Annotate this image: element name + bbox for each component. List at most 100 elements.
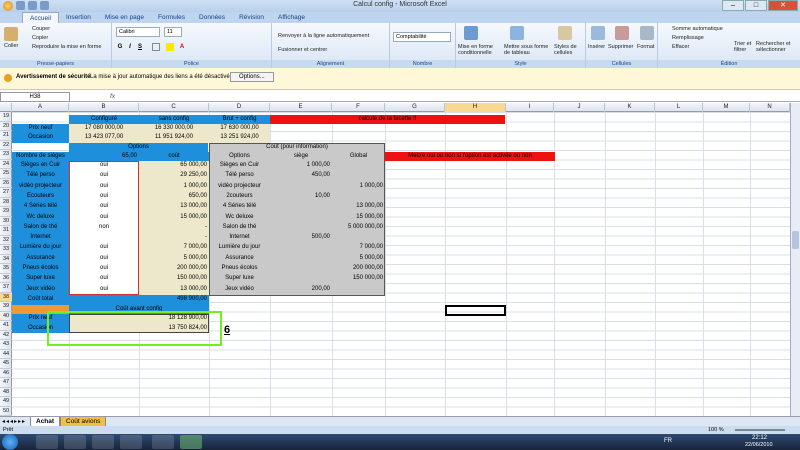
cell-c30[interactable]: - bbox=[139, 223, 209, 233]
cell-a28[interactable]: 4 Séries télé bbox=[12, 202, 69, 212]
cell-styles-button[interactable]: Styles de cellules bbox=[554, 44, 584, 56]
cell-d36[interactable]: Jeux vidéo bbox=[209, 285, 270, 295]
row-header[interactable]: 35 bbox=[0, 264, 12, 274]
tab-revision[interactable]: Révision bbox=[232, 12, 271, 23]
format-painter-button[interactable]: Reproduire la mise en forme bbox=[32, 44, 101, 50]
column-header[interactable]: N bbox=[750, 103, 790, 112]
scroll-thumb[interactable] bbox=[792, 231, 799, 249]
format-as-table-icon[interactable] bbox=[510, 26, 524, 40]
cell-b21[interactable]: 13 423 077,00 bbox=[69, 133, 139, 143]
row-header[interactable]: 29 bbox=[0, 207, 12, 217]
name-box[interactable]: H38 bbox=[0, 92, 70, 102]
cell-a34[interactable]: Pneus écolos bbox=[12, 264, 69, 274]
insert-icon[interactable] bbox=[591, 26, 605, 40]
column-header[interactable]: I bbox=[506, 103, 554, 112]
cell-a29[interactable]: Wc deluxe bbox=[12, 213, 69, 223]
tab-accueil[interactable]: Accueil bbox=[22, 12, 59, 23]
cell-c33[interactable]: 5 000,00 bbox=[139, 254, 209, 264]
sheet-nav-arrows-icon[interactable]: ◂◂◂▸▸▸ bbox=[2, 418, 26, 425]
row-header[interactable]: 48 bbox=[0, 388, 12, 397]
column-header[interactable]: G bbox=[385, 103, 445, 112]
row-header[interactable]: 39 bbox=[0, 302, 12, 312]
cell-f32[interactable]: 7 000,00 bbox=[332, 243, 385, 253]
cell-c31[interactable]: - bbox=[139, 233, 209, 243]
tab-formules[interactable]: Formules bbox=[151, 12, 192, 23]
column-header[interactable]: F bbox=[332, 103, 385, 112]
cell-b32[interactable]: oui bbox=[69, 243, 139, 253]
cell-a36[interactable]: Jeux vidéo bbox=[12, 285, 69, 295]
row-header[interactable]: 45 bbox=[0, 359, 12, 369]
cell-c25[interactable]: 29 250,00 bbox=[139, 171, 209, 181]
cell-f35[interactable]: 150 000,00 bbox=[332, 274, 385, 284]
cell-a25[interactable]: Télé perso bbox=[12, 171, 69, 181]
maximize-button[interactable]: □ bbox=[745, 0, 767, 11]
cell-g23[interactable]: Mettre oui ou non si l'option est activé… bbox=[385, 152, 555, 162]
row-header[interactable]: 41 bbox=[0, 321, 12, 331]
row-header[interactable]: 31 bbox=[0, 226, 12, 236]
column-header-selected[interactable]: H bbox=[445, 103, 506, 112]
tab-donnees[interactable]: Données bbox=[192, 12, 232, 23]
row-header[interactable]: 40 bbox=[0, 312, 12, 321]
column-header[interactable]: D bbox=[209, 103, 270, 112]
cell-a27[interactable]: Ecouteurs bbox=[12, 192, 69, 202]
column-header[interactable]: B bbox=[69, 103, 139, 112]
autosum-button[interactable]: Somme automatique bbox=[672, 26, 723, 32]
conditional-format-button[interactable]: Mise en forme conditionnelle bbox=[458, 44, 502, 56]
minimize-button[interactable]: – bbox=[722, 0, 744, 11]
cell-e19[interactable]: calcule de la facette !! bbox=[270, 115, 505, 125]
cell-d30[interactable]: Salon de thé bbox=[209, 223, 270, 233]
cell-a21[interactable]: Occasion bbox=[12, 133, 69, 143]
cell-d24[interactable]: Sièges en Cuir bbox=[209, 161, 270, 171]
row-header[interactable]: 43 bbox=[0, 340, 12, 350]
select-all-corner[interactable] bbox=[0, 103, 12, 112]
borders-icon[interactable] bbox=[152, 43, 160, 51]
row-header[interactable]: 38 bbox=[0, 292, 12, 302]
cell-b29[interactable]: oui bbox=[69, 213, 139, 223]
cell-e31[interactable]: 500,00 bbox=[270, 233, 332, 243]
cell-c37[interactable]: 498 900,00 bbox=[139, 295, 209, 305]
row-header[interactable]: 23 bbox=[0, 150, 12, 160]
format-icon[interactable] bbox=[640, 26, 654, 40]
cell-b36[interactable]: oui bbox=[69, 285, 139, 295]
excel-icon[interactable] bbox=[180, 435, 202, 449]
row-header[interactable]: 37 bbox=[0, 283, 12, 293]
cell-b34[interactable]: oui bbox=[69, 264, 139, 274]
cell-c29[interactable]: 15 000,00 bbox=[139, 213, 209, 223]
selected-cell-h38[interactable] bbox=[445, 305, 506, 316]
font-color-icon[interactable]: A bbox=[178, 43, 186, 51]
explorer-icon[interactable] bbox=[92, 435, 114, 449]
start-button-icon[interactable] bbox=[2, 434, 18, 450]
row-header[interactable]: 46 bbox=[0, 369, 12, 378]
row-header[interactable]: 49 bbox=[0, 397, 12, 407]
cell-d27[interactable]: 2couteurs bbox=[209, 192, 270, 202]
word-icon[interactable] bbox=[152, 435, 174, 449]
cell-a26[interactable]: vidéo projecteur bbox=[12, 182, 69, 192]
cut-button[interactable]: Couper bbox=[32, 26, 50, 32]
cell-d34[interactable]: Pneus écolos bbox=[209, 264, 270, 274]
underline-button[interactable]: S bbox=[136, 43, 144, 51]
conditional-format-icon[interactable] bbox=[464, 26, 478, 40]
column-header[interactable]: J bbox=[554, 103, 605, 112]
fx-icon[interactable]: fx bbox=[110, 92, 115, 102]
row-header[interactable]: 22 bbox=[0, 141, 12, 150]
cell-e27[interactable]: 10,00 bbox=[270, 192, 332, 202]
cell-a37[interactable]: Coût total bbox=[12, 295, 69, 305]
cell-e24[interactable]: 1 000,00 bbox=[270, 161, 332, 171]
cell-c27[interactable]: 650,00 bbox=[139, 192, 209, 202]
cell-b27[interactable]: oui bbox=[69, 192, 139, 202]
format-as-table-button[interactable]: Mettre sous forme de tableau bbox=[504, 44, 552, 56]
font-name-select[interactable]: Calibri bbox=[116, 27, 160, 37]
cell-e25[interactable]: 450,00 bbox=[270, 171, 332, 181]
row-header[interactable]: 50 bbox=[0, 407, 12, 416]
delete-icon[interactable] bbox=[615, 26, 629, 40]
cell-d35[interactable]: Super luxe bbox=[209, 274, 270, 284]
bold-button[interactable]: G bbox=[116, 43, 124, 51]
cell-d32[interactable]: Lumière du jour bbox=[209, 243, 270, 253]
row-header[interactable]: 20 bbox=[0, 122, 12, 131]
firefox-icon[interactable] bbox=[64, 435, 86, 449]
paste-button[interactable]: Coller bbox=[4, 43, 18, 49]
cell-f26[interactable]: 1 000,00 bbox=[332, 182, 385, 192]
cell-b33[interactable]: oui bbox=[69, 254, 139, 264]
cell-f29[interactable]: 15 000,00 bbox=[332, 213, 385, 223]
vertical-scrollbar[interactable] bbox=[790, 103, 800, 416]
